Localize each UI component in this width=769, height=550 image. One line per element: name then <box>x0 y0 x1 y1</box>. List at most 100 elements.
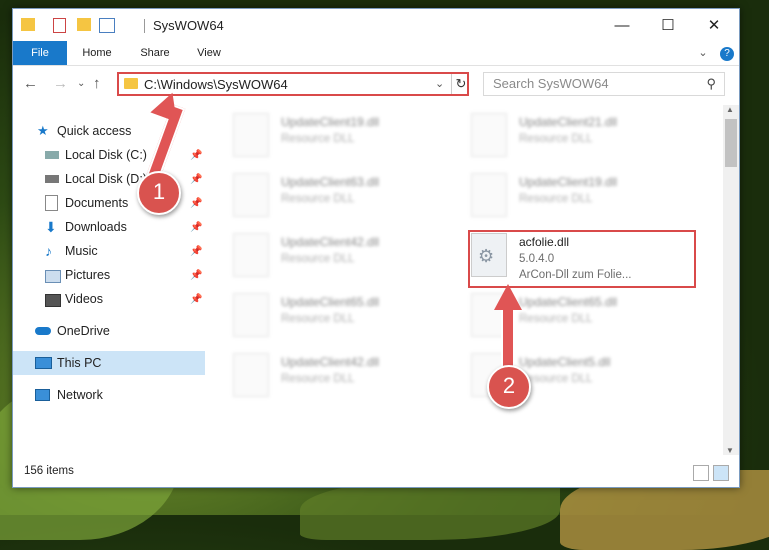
search-input[interactable]: Search SysWOW64 ⚲ <box>483 72 725 96</box>
drive-icon <box>45 175 59 183</box>
file-name: UpdateClient42.dll <box>281 235 380 249</box>
vertical-scrollbar[interactable]: ▲ ▼ <box>723 105 739 455</box>
sidebar-item-label: Documents <box>65 196 129 210</box>
sidebar-item-label: Quick access <box>57 124 132 138</box>
annotation-badge-1: 1 <box>137 171 181 215</box>
folder-icon <box>21 18 35 31</box>
customize-quick-access-icon[interactable] <box>99 18 115 33</box>
tab-view[interactable]: View <box>189 41 229 65</box>
up-icon[interactable]: ↑ <box>93 75 101 92</box>
sidebar-item-local-disk-c[interactable]: Local Disk (C:) 📌 <box>13 143 205 167</box>
annotation-arrow-2-head <box>494 284 522 310</box>
search-icon: ⚲ <box>706 76 716 91</box>
file-description: Resource DLL <box>519 193 593 205</box>
back-icon[interactable]: ← <box>23 75 38 92</box>
details-view-icon[interactable] <box>693 465 709 481</box>
explorer-window: SysWOW64 — ☐ ✕ File Home Share View ⌄ ? … <box>12 8 740 488</box>
sidebar-item-music[interactable]: ♪ Music 📌 <box>13 239 205 263</box>
sidebar-item-label: Local Disk (D:) <box>65 172 147 186</box>
list-item[interactable]: UpdateClient21.dll Resource DLL <box>471 111 691 165</box>
sidebar-item-label: OneDrive <box>57 324 110 338</box>
list-item[interactable]: UpdateClient19.dll Resource DLL <box>471 171 691 225</box>
pictures-icon <box>45 270 61 283</box>
sidebar-item-label: Pictures <box>65 268 111 282</box>
address-row: ← → ⌄ ↑ C:\Windows\SysWOW64 ⌄ ↻ Search S… <box>13 65 739 105</box>
pin-icon[interactable]: 📌 <box>190 174 202 185</box>
sidebar-item-label: Network <box>57 388 103 402</box>
properties-icon[interactable] <box>53 18 66 33</box>
computer-icon <box>35 357 52 369</box>
pin-icon[interactable]: 📌 <box>190 246 202 257</box>
file-description: Resource DLL <box>281 133 355 145</box>
sidebar-item-label: Local Disk (C:) <box>65 148 147 162</box>
sidebar-item-downloads[interactable]: ⬇ Downloads 📌 <box>13 215 205 239</box>
file-name: UpdateClient42.dll <box>281 355 380 369</box>
file-name: UpdateClient19.dll <box>519 175 618 189</box>
forward-icon[interactable]: → <box>53 75 68 92</box>
file-description: Resource DLL <box>281 193 355 205</box>
background-leaf <box>300 480 560 540</box>
annotation-badge-2: 2 <box>487 365 531 409</box>
dll-file-icon <box>233 173 269 217</box>
sidebar-item-videos[interactable]: Videos 📌 <box>13 287 205 311</box>
title-bar: SysWOW64 — ☐ ✕ <box>13 9 739 41</box>
file-name: UpdateClient65.dll <box>519 295 618 309</box>
help-icon[interactable]: ? <box>719 41 735 65</box>
scroll-up-icon[interactable]: ▲ <box>726 105 734 114</box>
list-item[interactable]: UpdateClient19.dll Resource DLL <box>233 111 453 165</box>
list-item[interactable]: UpdateClient65.dll Resource DLL <box>233 291 453 345</box>
download-icon: ⬇ <box>45 219 57 235</box>
item-count: 156 items <box>24 465 74 477</box>
expand-ribbon-icon[interactable]: ⌄ <box>695 41 711 65</box>
cloud-icon <box>35 327 51 335</box>
file-description: Resource DLL <box>519 313 593 325</box>
pin-icon[interactable]: 📌 <box>190 270 202 281</box>
list-item[interactable]: UpdateClient42.dll Resource DLL <box>233 231 453 285</box>
file-name: UpdateClient63.dll <box>281 175 380 189</box>
search-placeholder: Search SysWOW64 <box>493 76 609 91</box>
file-description: Resource DLL <box>281 373 355 385</box>
ribbon-tabs: File Home Share View ⌄ ? <box>13 41 739 66</box>
sidebar-item-pictures[interactable]: Pictures 📌 <box>13 263 205 287</box>
sidebar-item-label: This PC <box>57 356 102 370</box>
scroll-down-icon[interactable]: ▼ <box>726 446 734 455</box>
recent-locations-icon[interactable]: ⌄ <box>77 78 85 89</box>
minimize-button[interactable]: — <box>599 9 645 41</box>
new-folder-icon[interactable] <box>77 18 91 31</box>
large-icons-view-icon[interactable] <box>713 465 729 481</box>
list-item[interactable]: UpdateClient42.dll Resource DLL <box>233 351 453 405</box>
dll-file-icon <box>471 113 507 157</box>
folder-icon <box>124 78 138 89</box>
scroll-thumb[interactable] <box>725 119 737 167</box>
list-item[interactable]: UpdateClient63.dll Resource DLL <box>233 171 453 225</box>
dll-file-icon <box>233 113 269 157</box>
sidebar-item-label: Videos <box>65 292 103 306</box>
maximize-button[interactable]: ☐ <box>645 9 691 41</box>
network-icon <box>35 389 50 401</box>
chevron-down-icon[interactable]: ⌄ <box>435 77 444 90</box>
pin-icon[interactable]: 📌 <box>190 198 202 209</box>
sidebar-item-label: Downloads <box>65 220 127 234</box>
sidebar-item-this-pc[interactable]: This PC <box>13 351 205 375</box>
refresh-icon[interactable]: ↻ <box>451 74 470 94</box>
pin-icon[interactable]: 📌 <box>190 222 202 233</box>
music-icon: ♪ <box>45 243 52 259</box>
videos-icon <box>45 294 61 307</box>
file-name: UpdateClient5.dll <box>519 355 611 369</box>
annotation-arrow-2 <box>501 304 515 374</box>
dll-file-icon <box>233 233 269 277</box>
pin-icon[interactable]: 📌 <box>190 150 202 161</box>
status-bar: 156 items <box>13 461 739 485</box>
pin-icon[interactable]: 📌 <box>190 294 202 305</box>
dll-file-icon <box>233 293 269 337</box>
tab-file[interactable]: File <box>13 41 67 65</box>
file-description: Resource DLL <box>281 313 355 325</box>
sidebar-item-onedrive[interactable]: OneDrive <box>13 319 205 343</box>
title-separator <box>144 19 145 33</box>
tab-share[interactable]: Share <box>133 41 177 65</box>
close-button[interactable]: ✕ <box>691 9 737 41</box>
sidebar-item-network[interactable]: Network <box>13 383 205 407</box>
tab-home[interactable]: Home <box>75 41 119 65</box>
file-name: UpdateClient21.dll <box>519 115 618 129</box>
window-title: SysWOW64 <box>153 18 224 33</box>
